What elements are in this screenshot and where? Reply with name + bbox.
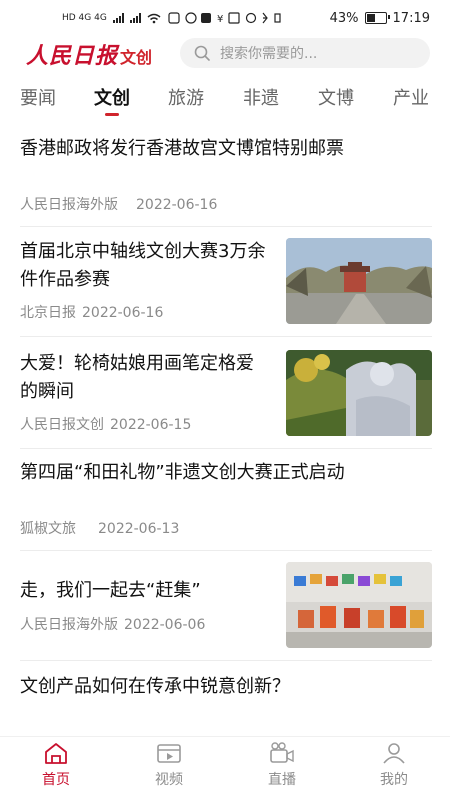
article-title: 走，我们一起去“赶集” (20, 580, 201, 601)
wifi-icon (147, 13, 161, 23)
tab-feiyi[interactable]: 非遗 (243, 86, 279, 116)
article-title: 首届北京中轴线文创大赛3万余件作品参赛 (20, 241, 266, 290)
camera-icon (270, 742, 294, 763)
article-meta: 人民日报文创 2022-06-15 (20, 414, 191, 434)
article-item[interactable]: 大爱！轮椅姑娘用画笔定格爱的瞬间 人民日报文创 2022-06-15 (20, 336, 432, 449)
painting-image (286, 350, 432, 436)
search-bar[interactable]: 搜索你需要的... (180, 38, 430, 68)
article-meta: 人民日报海外版 2022-06-06 (20, 614, 205, 634)
home-icon (45, 743, 67, 764)
article-title: 文创产品如何在传承中锐意创新？ (20, 676, 290, 697)
article-item[interactable]: 走，我们一起去“赶集” 人民日报海外版 2022-06-06 (20, 550, 432, 661)
article-source: 人民日报海外版 (20, 197, 118, 213)
nav-live-label: 直播 (268, 772, 296, 788)
nav-profile-label: 我的 (380, 772, 408, 788)
article-item[interactable]: 第四届“和田礼物”非遗文创大赛正式启动 狐椒文旅 2022-06-13 (20, 448, 432, 551)
battery-icon (364, 12, 390, 24)
network-indicators: HD 4G 4G ¥ (62, 12, 287, 24)
article-date: 2022-06-06 (124, 617, 206, 633)
logo-brand: 人民日报 (26, 43, 119, 69)
status-bar: HD 4G 4G ¥ 43% 17:19 (0, 0, 450, 36)
svg-text:¥: ¥ (217, 14, 223, 24)
street-photo-image (286, 238, 432, 324)
article-source: 人民日报文创 (20, 417, 104, 433)
tab-wenbo[interactable]: 文博 (318, 86, 354, 116)
article-title: 大爱！轮椅姑娘用画笔定格爱的瞬间 (20, 353, 254, 402)
article-meta: 人民日报海外版 2022-06-16 (20, 194, 217, 214)
article-meta: 北京日报 2022-06-16 (20, 302, 163, 322)
user-icon (383, 743, 405, 764)
article-item[interactable]: 首届北京中轴线文创大赛3万余件作品参赛 北京日报 2022-06-16 (20, 226, 432, 337)
article-date: 2022-06-16 (82, 305, 164, 321)
signal-icon (112, 13, 124, 23)
status-right: 43% 17:19 (330, 11, 430, 26)
article-date: 2022-06-13 (98, 521, 180, 537)
article-thumbnail[interactable] (286, 238, 432, 324)
nav-live[interactable]: 直播 (252, 741, 312, 789)
signal-icon-2 (129, 13, 141, 23)
search-icon (194, 45, 210, 61)
nav-home-label: 首页 (42, 772, 70, 788)
network-label: HD 4G 4G (62, 13, 107, 23)
article-source: 狐椒文旅 (20, 521, 76, 537)
search-placeholder: 搜索你需要的... (220, 46, 318, 62)
article-date: 2022-06-15 (110, 417, 192, 433)
article-title: 第四届“和田礼物”非遗文创大赛正式启动 (20, 462, 345, 483)
nav-home[interactable]: 首页 (26, 741, 86, 789)
app-logo[interactable]: 人民日报 文创 (26, 38, 153, 69)
battery-percent: 43% (329, 10, 359, 26)
figurines-image (286, 562, 432, 648)
tab-yaowen[interactable]: 要闻 (20, 86, 56, 116)
nav-video[interactable]: 视频 (139, 741, 199, 789)
article-item[interactable]: 文创产品如何在传承中锐意创新？ (20, 660, 432, 720)
logo-sub: 文创 (120, 48, 153, 67)
tab-chanye[interactable]: 产业 (393, 86, 429, 116)
tab-lvyou[interactable]: 旅游 (168, 86, 204, 116)
article-date: 2022-06-16 (136, 197, 218, 213)
article-source: 北京日报 (20, 305, 76, 321)
article-meta: 狐椒文旅 2022-06-13 (20, 518, 179, 538)
category-tabs: 要闻 文创 旅游 非遗 文博 产业 (0, 86, 450, 120)
article-item[interactable]: 香港邮政将发行香港故宫文博馆特别邮票 人民日报海外版 2022-06-16 (20, 120, 432, 227)
nav-profile[interactable]: 我的 (364, 741, 424, 789)
article-thumbnail[interactable] (286, 350, 432, 436)
clock: 17:19 (392, 10, 430, 26)
app-notification-icons: ¥ (168, 12, 281, 24)
tab-wenchuang[interactable]: 文创 (94, 86, 130, 116)
bottom-navigation: 首页 视频 直播 我的 (0, 736, 450, 801)
article-thumbnail[interactable] (286, 562, 432, 648)
app-header: 人民日报 文创 搜索你需要的... (0, 36, 450, 72)
nav-video-label: 视频 (155, 772, 183, 788)
article-title: 香港邮政将发行香港故宫文博馆特别邮票 (20, 138, 344, 159)
video-icon (157, 744, 181, 763)
article-source: 人民日报海外版 (20, 617, 118, 633)
